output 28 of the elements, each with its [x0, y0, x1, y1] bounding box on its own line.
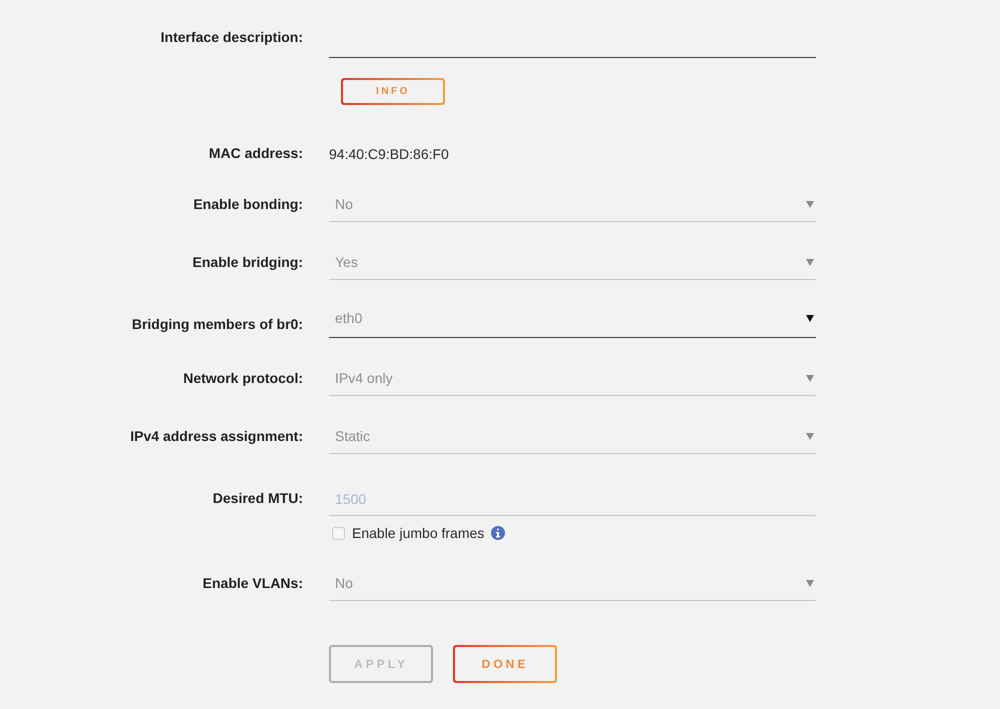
field-label: IPv4 address assignment: — [130, 428, 303, 444]
select-dropdown[interactable]: No — [329, 567, 816, 601]
select-dropdown[interactable]: No — [329, 188, 816, 222]
caret-icon — [806, 375, 814, 382]
caret-icon — [806, 580, 814, 587]
mac-address-value: 94:40:C9:BD:86:F0 — [329, 144, 449, 164]
checkbox[interactable] — [332, 526, 345, 540]
info-icon — [491, 526, 506, 540]
field-label: Enable bonding: — [193, 196, 303, 212]
select-dropdown[interactable]: eth0 — [329, 304, 816, 338]
done-button[interactable]: DONE — [453, 645, 557, 683]
select-dropdown[interactable]: Static — [329, 420, 816, 454]
mtu-input[interactable]: 1500 — [329, 482, 816, 516]
select-dropdown[interactable]: Yes — [329, 246, 816, 280]
field-label: Network protocol: — [183, 370, 303, 386]
select-dropdown[interactable]: IPv4 only — [329, 362, 816, 396]
field-label: Bridging members of br0: — [132, 316, 303, 332]
checkbox-label: Enable jumbo frames — [352, 524, 484, 543]
caret-icon — [806, 201, 814, 208]
caret-icon — [806, 433, 814, 440]
field-label: MAC address: — [208, 145, 303, 161]
field-label: Desired MTU: — [212, 490, 303, 506]
field-label: Interface description: — [160, 29, 303, 45]
field-label: Enable VLANs: — [202, 575, 303, 591]
caret-icon — [806, 315, 814, 322]
field-label: Enable bridging: — [192, 254, 303, 270]
info-button[interactable]: INFO — [341, 78, 445, 105]
caret-icon — [806, 259, 814, 266]
